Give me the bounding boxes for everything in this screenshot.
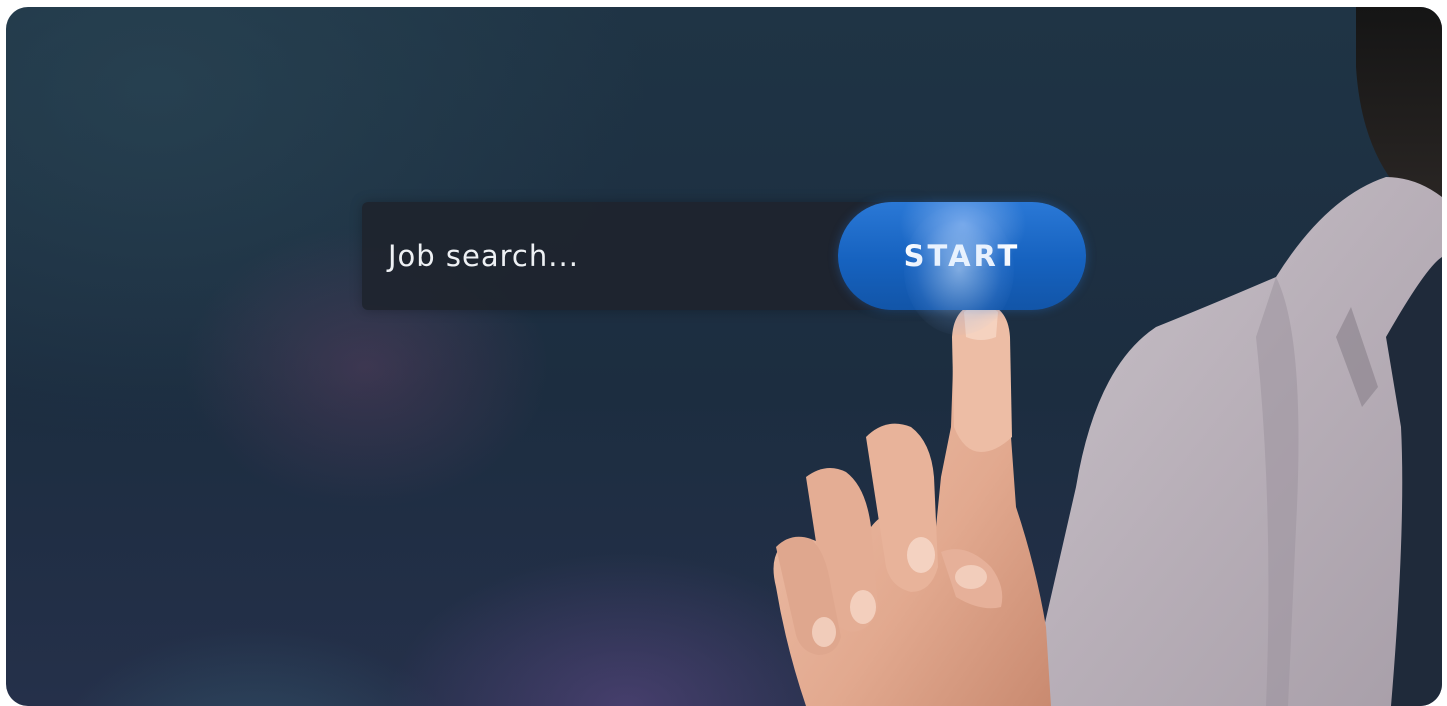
touch-glow bbox=[904, 205, 1014, 335]
search-placeholder: Job search... bbox=[388, 239, 579, 273]
hero-banner: Job search... START bbox=[6, 7, 1442, 706]
hand-pointer bbox=[773, 303, 1051, 706]
person bbox=[1026, 7, 1442, 706]
background-photo bbox=[773, 7, 1442, 706]
